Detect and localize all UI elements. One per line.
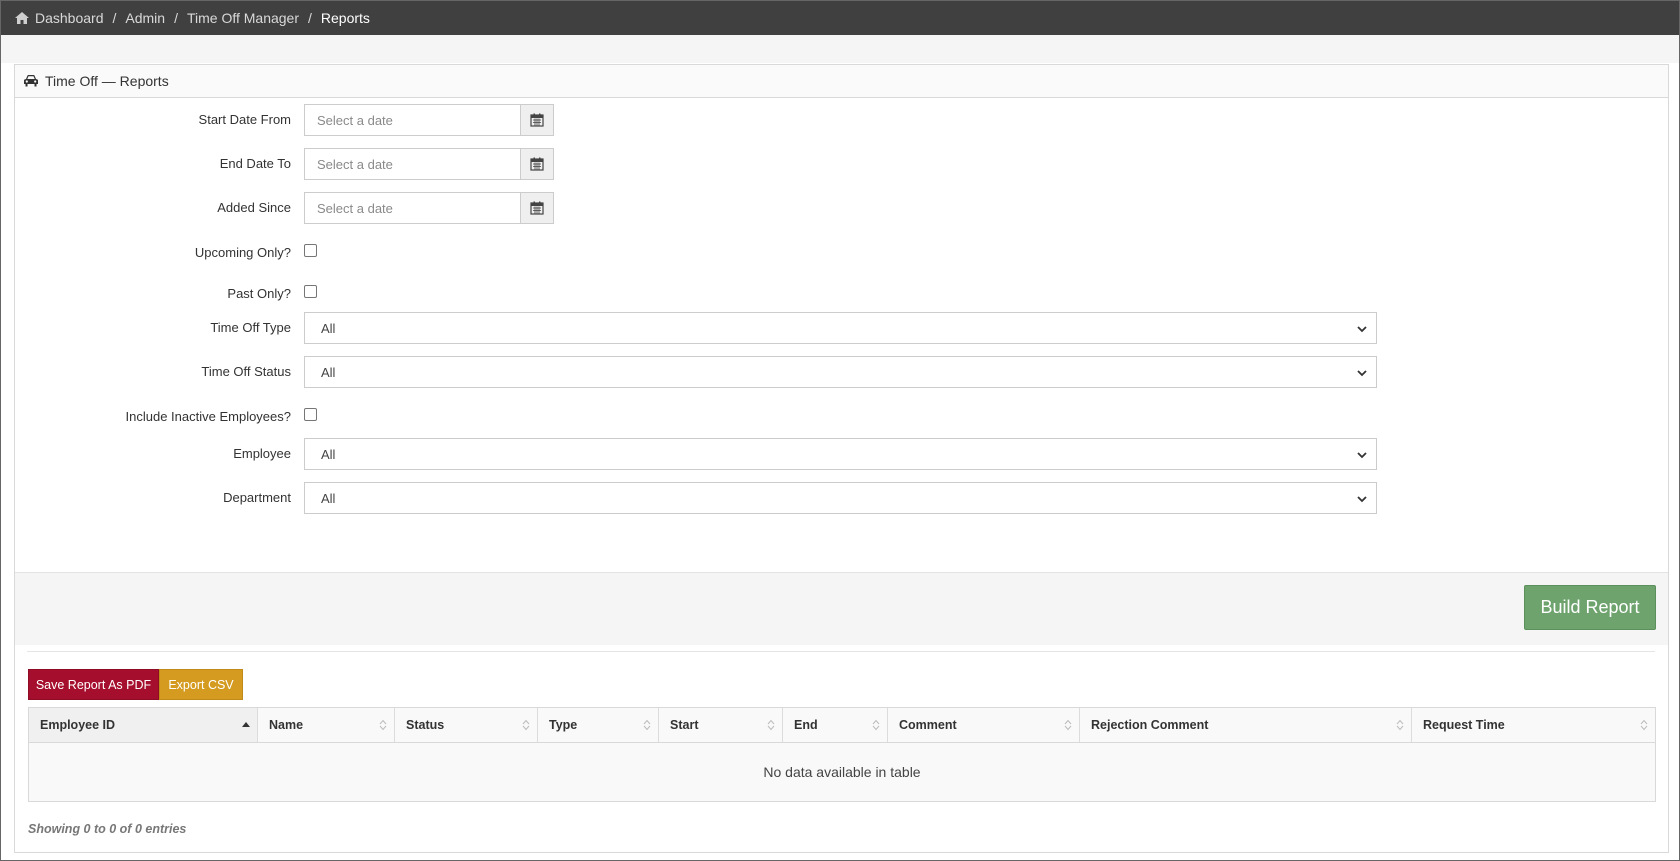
- start-date-from-group: [304, 104, 554, 136]
- calendar-icon: [530, 157, 544, 171]
- added-since-input[interactable]: [304, 192, 520, 224]
- sort-icon: [522, 719, 530, 731]
- column-employee-id[interactable]: Employee ID: [29, 708, 258, 742]
- employee-label: Employee: [233, 446, 291, 461]
- column-label: Rejection Comment: [1091, 718, 1209, 732]
- include-inactive-label: Include Inactive Employees?: [125, 409, 291, 424]
- row-past-only: Past Only?: [15, 278, 1670, 310]
- row-time-off-status: Time Off Status All: [15, 356, 1670, 388]
- column-label: End: [794, 718, 818, 732]
- time-off-type-select[interactable]: All: [304, 312, 1377, 344]
- breadcrumb: Dashboard / Admin / Time Off Manager / R…: [1, 1, 1679, 35]
- export-csv-button[interactable]: Export CSV: [159, 669, 243, 700]
- reports-panel: Time Off — Reports Start Date From Selec…: [14, 64, 1669, 853]
- column-label: Status: [406, 718, 445, 732]
- sort-icon: [643, 719, 651, 731]
- start-date-from-label: Start Date From: [198, 112, 291, 127]
- department-select[interactable]: All: [304, 482, 1377, 514]
- end-date-to-group: [304, 148, 554, 180]
- employee-value: All: [321, 446, 336, 462]
- home-icon: [15, 12, 29, 24]
- divider: [27, 651, 1655, 652]
- upcoming-only-label: Upcoming Only?: [194, 245, 291, 260]
- row-time-off-type: Time Off Type All: [15, 312, 1670, 344]
- column-name[interactable]: Name: [258, 708, 395, 742]
- breadcrumb-separator: /: [174, 10, 178, 26]
- past-only-label: Past Only?: [227, 286, 291, 301]
- department-label: Department: [223, 490, 291, 505]
- sort-icon: [379, 719, 387, 731]
- row-include-inactive: Include Inactive Employees?: [15, 401, 1670, 433]
- column-start[interactable]: Start: [659, 708, 783, 742]
- sort-icon: [1640, 719, 1648, 731]
- row-department: Department All: [15, 482, 1670, 514]
- column-end[interactable]: End: [783, 708, 888, 742]
- save-pdf-button[interactable]: Save Report As PDF: [28, 669, 159, 700]
- calendar-icon: [530, 201, 544, 215]
- breadcrumb-separator: /: [112, 10, 117, 26]
- breadcrumb-dashboard[interactable]: Dashboard: [35, 10, 104, 26]
- sub-header-strip: [1, 35, 1679, 63]
- chevron-down-icon: [1357, 370, 1367, 377]
- column-label: Start: [670, 718, 699, 732]
- end-date-calendar-button[interactable]: [520, 148, 554, 180]
- column-rejection-comment[interactable]: Rejection Comment: [1080, 708, 1412, 742]
- start-date-calendar-button[interactable]: [520, 104, 554, 136]
- breadcrumb-current: Reports: [320, 10, 370, 26]
- column-comment[interactable]: Comment: [888, 708, 1080, 742]
- calendar-icon: [530, 113, 544, 127]
- column-request-time[interactable]: Request Time: [1412, 708, 1655, 742]
- time-off-type-label: Time Off Type: [210, 320, 291, 335]
- sort-icon: [1396, 719, 1404, 731]
- time-off-status-label: Time Off Status: [201, 364, 291, 379]
- panel-title: Time Off — Reports: [45, 73, 169, 89]
- breadcrumb-time-off-manager[interactable]: Time Off Manager: [187, 10, 299, 26]
- breadcrumb-separator: /: [308, 10, 312, 26]
- breadcrumb-admin[interactable]: Admin: [125, 10, 165, 26]
- row-added-since: Added Since: [15, 192, 1670, 224]
- panel-header: Time Off — Reports: [15, 65, 1668, 98]
- past-only-checkbox[interactable]: [304, 285, 317, 298]
- sort-icon: [872, 719, 880, 731]
- include-inactive-checkbox[interactable]: [304, 408, 317, 421]
- chevron-down-icon: [1357, 496, 1367, 503]
- sort-icon: [1064, 719, 1072, 731]
- column-status[interactable]: Status: [395, 708, 538, 742]
- added-since-calendar-button[interactable]: [520, 192, 554, 224]
- employee-select[interactable]: All: [304, 438, 1377, 470]
- table-header: Employee ID Name Status Type Start End C…: [29, 708, 1655, 743]
- upcoming-only-checkbox[interactable]: [304, 244, 317, 257]
- column-label: Employee ID: [40, 718, 116, 732]
- added-since-group: [304, 192, 554, 224]
- column-label: Comment: [899, 718, 957, 732]
- department-value: All: [321, 490, 336, 506]
- row-end-date-to: End Date To: [15, 148, 1670, 180]
- table-empty-message: No data available in table: [29, 743, 1655, 801]
- start-date-from-input[interactable]: [304, 104, 520, 136]
- car-icon: [23, 74, 39, 88]
- column-label: Type: [549, 718, 578, 732]
- chevron-down-icon: [1357, 326, 1367, 333]
- sort-icon: [767, 719, 775, 731]
- column-label: Request Time: [1423, 718, 1505, 732]
- time-off-status-value: All: [321, 364, 336, 380]
- row-employee: Employee All: [15, 438, 1670, 470]
- form-footer: Build Report: [15, 572, 1668, 645]
- report-table: Employee ID Name Status Type Start End C…: [28, 707, 1656, 802]
- column-label: Name: [269, 718, 304, 732]
- table-info: Showing 0 to 0 of 0 entries: [28, 822, 187, 836]
- added-since-label: Added Since: [217, 200, 291, 215]
- build-report-button[interactable]: Build Report: [1524, 585, 1656, 630]
- column-type[interactable]: Type: [538, 708, 659, 742]
- time-off-type-value: All: [321, 320, 336, 336]
- end-date-to-input[interactable]: [304, 148, 520, 180]
- chevron-down-icon: [1357, 452, 1367, 459]
- end-date-to-label: End Date To: [219, 156, 291, 171]
- row-start-date-from: Start Date From: [15, 104, 1670, 136]
- row-upcoming-only: Upcoming Only?: [15, 237, 1670, 269]
- app-frame: Dashboard / Admin / Time Off Manager / R…: [0, 0, 1680, 861]
- sort-ascending-icon: [242, 722, 250, 727]
- time-off-status-select[interactable]: All: [304, 356, 1377, 388]
